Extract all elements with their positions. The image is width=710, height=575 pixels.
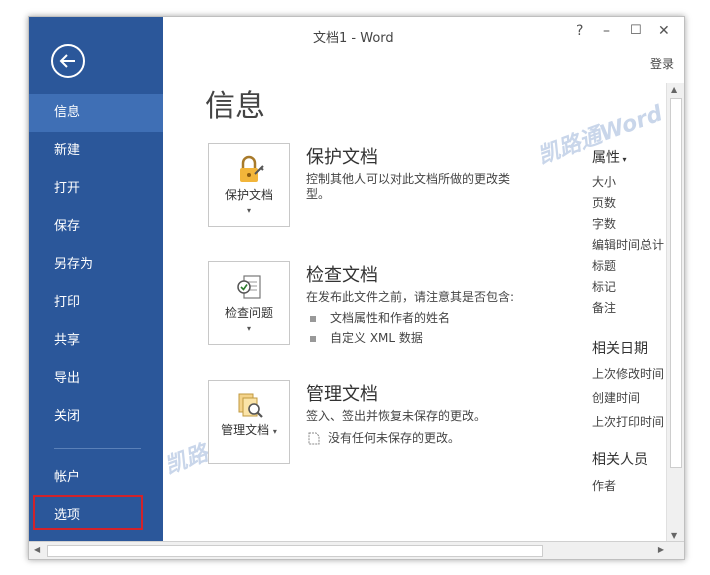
backstage-sidebar: 信息 新建 打开 保存 另存为 打印 共享 导出 关闭 帐户 选项	[29, 17, 163, 542]
restore-button[interactable]: ☐	[630, 23, 642, 38]
bullet-square-icon	[310, 315, 316, 322]
dropdown-arrow-icon: ▾	[620, 155, 627, 164]
nav-save[interactable]: 保存	[29, 208, 163, 246]
protect-description: 控制其他人可以对此文档所做的更改类型。	[306, 172, 511, 201]
vertical-scrollbar[interactable]: ▲ ▼	[666, 83, 684, 542]
inspect-document-icon	[237, 275, 261, 299]
scroll-down-icon[interactable]: ▼	[671, 531, 677, 540]
nav-account[interactable]: 帐户	[29, 459, 163, 497]
horizontal-scroll-thumb[interactable]	[47, 545, 543, 557]
protect-button-label: 保护文档	[224, 188, 273, 202]
scroll-right-icon[interactable]: ▶	[658, 545, 664, 554]
check-issues-label: 检查问题	[224, 306, 273, 320]
back-arrow-icon	[59, 54, 75, 68]
nav-share[interactable]: 共享	[29, 322, 163, 360]
backstage-nav: 信息 新建 打开 保存 另存为 打印 共享 导出 关闭 帐户 选项	[29, 94, 163, 535]
dropdown-arrow-icon: ▾	[246, 206, 251, 215]
dropdown-arrow-icon: ▾	[246, 324, 251, 333]
lock-icon	[240, 155, 264, 182]
nav-save-as[interactable]: 另存为	[29, 246, 163, 284]
close-button[interactable]: ✕	[658, 23, 670, 39]
manage-description: 签入、签出并恢复未保存的更改。	[306, 409, 487, 423]
options-highlight-box	[33, 495, 143, 530]
nav-print[interactable]: 打印	[29, 284, 163, 322]
inspect-heading: 检查文档	[306, 265, 378, 286]
minimize-button[interactable]: –	[603, 23, 610, 39]
manage-document-icon	[238, 393, 263, 418]
scroll-up-icon[interactable]: ▲	[671, 85, 677, 94]
help-button[interactable]: ?	[576, 23, 583, 39]
check-issues-button[interactable]: 检查问题 ▾	[208, 261, 290, 345]
manage-document-button[interactable]: 管理文档 ▾	[208, 380, 290, 464]
dropdown-arrow-icon: ▾	[272, 427, 277, 436]
vertical-scroll-thumb[interactable]	[670, 98, 682, 468]
nav-new[interactable]: 新建	[29, 132, 163, 170]
list-item: 自定义 XML 数据	[306, 329, 423, 346]
horizontal-scrollbar[interactable]: ◀ ▶	[29, 541, 684, 559]
nav-close[interactable]: 关闭	[29, 398, 163, 436]
scroll-left-icon[interactable]: ◀	[34, 545, 40, 554]
inspect-description: 在发布此文件之前，请注意其是否包含:	[306, 290, 515, 304]
nav-divider	[54, 448, 141, 449]
window-title: 文档1 - Word	[313, 31, 394, 46]
protect-document-button[interactable]: 保护文档 ▾	[208, 143, 290, 227]
word-backstage-window: 信息 新建 打开 保存 另存为 打印 共享 导出 关闭 帐户 选项 文档1 - …	[28, 16, 685, 560]
list-item: 没有任何未保存的更改。	[306, 429, 460, 446]
bullet-square-icon	[310, 335, 316, 342]
document-icon	[308, 432, 320, 445]
nav-open[interactable]: 打开	[29, 170, 163, 208]
protect-heading: 保护文档	[306, 147, 378, 168]
list-item: 文档属性和作者的姓名	[306, 309, 450, 326]
login-link[interactable]: 登录	[650, 55, 674, 72]
back-button[interactable]	[51, 44, 85, 78]
nav-export[interactable]: 导出	[29, 360, 163, 398]
nav-info[interactable]: 信息	[29, 94, 163, 132]
manage-heading: 管理文档	[306, 384, 378, 405]
page-title: 信息	[205, 89, 265, 124]
manage-button-label: 管理文档	[221, 423, 270, 437]
